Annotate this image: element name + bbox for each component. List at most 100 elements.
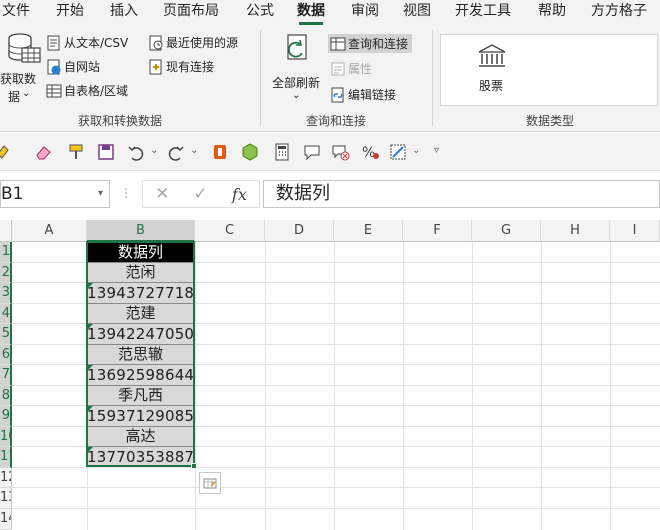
column-header-g[interactable]: G bbox=[472, 220, 541, 242]
row-header-2[interactable]: 2 bbox=[0, 263, 12, 283]
eraser-icon[interactable] bbox=[34, 142, 54, 162]
quick-analysis-icon bbox=[203, 478, 217, 489]
select-all-corner[interactable] bbox=[0, 220, 12, 242]
row-header-4[interactable]: 4 bbox=[0, 304, 12, 324]
gridline bbox=[12, 487, 660, 488]
data-types-gallery: 股票 bbox=[440, 34, 658, 106]
from-text-csv-button[interactable]: 从文本/CSV bbox=[46, 34, 128, 51]
save-icon[interactable] bbox=[96, 142, 116, 162]
format-painter-icon[interactable] bbox=[66, 142, 86, 162]
tab-developer[interactable]: 开发工具 bbox=[455, 0, 511, 24]
insert-function-button[interactable]: fx bbox=[232, 185, 247, 204]
formula-input[interactable]: 数据列 bbox=[263, 180, 660, 208]
formula-buttons: ✕ ✓ fx bbox=[142, 180, 260, 208]
undo-icon[interactable] bbox=[126, 142, 146, 162]
group-label-get-transform: 获取和转换数据 bbox=[78, 114, 163, 128]
from-table-button[interactable]: 自表格/区域 bbox=[46, 82, 128, 99]
refresh-icon bbox=[287, 34, 307, 60]
tab-help[interactable]: 帮助 bbox=[538, 0, 566, 24]
calculator-icon[interactable] bbox=[272, 142, 292, 162]
cell-b5[interactable]: 13942247050 bbox=[87, 324, 194, 345]
fill-handle[interactable] bbox=[191, 463, 197, 469]
row-header-13[interactable]: 13 bbox=[0, 488, 12, 509]
group-separator bbox=[260, 30, 261, 126]
cell-b10[interactable]: 高达 bbox=[87, 427, 194, 447]
column-header-a[interactable]: A bbox=[12, 220, 87, 242]
delete-comment-icon[interactable] bbox=[330, 142, 350, 162]
row-header-8[interactable]: 8 bbox=[0, 386, 12, 406]
tab-insert[interactable]: 插入 bbox=[110, 0, 138, 24]
row-header-12[interactable]: 12 bbox=[0, 468, 12, 488]
cell-b6[interactable]: 范思辙 bbox=[87, 345, 194, 365]
cell-b11[interactable]: 13770353887 bbox=[87, 447, 194, 467]
tab-file[interactable]: 文件 bbox=[2, 0, 30, 24]
tab-review[interactable]: 审阅 bbox=[351, 0, 379, 24]
tab-home[interactable]: 开始 bbox=[56, 0, 84, 24]
row-header-3[interactable]: 3 bbox=[0, 283, 12, 304]
cell-b3[interactable]: 13943727718 bbox=[87, 283, 194, 304]
stocks-button[interactable]: 股票 bbox=[463, 39, 521, 99]
border-dropdown-icon[interactable]: ⌄ bbox=[412, 145, 420, 156]
row-header-9[interactable]: 9 bbox=[0, 406, 12, 427]
cell-b8[interactable]: 季凡西 bbox=[87, 386, 194, 406]
redo-icon[interactable] bbox=[166, 142, 186, 162]
row-header-14[interactable]: 14 bbox=[0, 509, 12, 530]
name-box[interactable]: B1 ▾ bbox=[0, 180, 110, 208]
formula-bar: B1 ▾ ⋮ ✕ ✓ fx 数据列 bbox=[0, 172, 660, 216]
cell-b4[interactable]: 范建 bbox=[87, 304, 194, 324]
chevron-down-icon[interactable]: ▾ bbox=[98, 181, 103, 207]
cell-b2[interactable]: 范闲 bbox=[87, 263, 194, 283]
ribbon-tab-bar: 文件 开始 插入 页面布局 公式 数据 审阅 视图 开发工具 帮助 方方格子 bbox=[0, 0, 660, 26]
percent-icon[interactable]: % bbox=[360, 142, 380, 162]
customize-toolbar-icon[interactable]: ▿ bbox=[434, 145, 439, 156]
column-header-c[interactable]: C bbox=[195, 220, 265, 242]
cell-b7[interactable]: 13692598644 bbox=[87, 365, 194, 386]
cell-b3-value: 13943727718 bbox=[87, 284, 194, 302]
queries-connections-button[interactable]: 查询和连接 bbox=[328, 34, 413, 53]
from-web-button[interactable]: 自网站 bbox=[46, 58, 100, 75]
from-table-label: 自表格/区域 bbox=[64, 84, 129, 98]
undo-dropdown-icon[interactable]: ⌄ bbox=[150, 145, 158, 156]
enter-icon[interactable]: ✓ bbox=[194, 184, 208, 204]
column-header-e[interactable]: E bbox=[334, 220, 403, 242]
row-header-7[interactable]: 7 bbox=[0, 365, 12, 386]
redo-dropdown-icon[interactable]: ⌄ bbox=[190, 145, 198, 156]
cube-icon[interactable] bbox=[240, 142, 260, 162]
refresh-all-button[interactable]: 全部刷新 ⌄ bbox=[268, 32, 326, 106]
tab-fangfang[interactable]: 方方格子 bbox=[591, 0, 647, 24]
error-indicator-icon bbox=[87, 324, 93, 330]
comment-icon[interactable] bbox=[302, 142, 322, 162]
tab-data[interactable]: 数据 bbox=[297, 0, 325, 25]
existing-connections-label: 现有连接 bbox=[166, 60, 215, 74]
highlight-icon[interactable] bbox=[0, 142, 14, 162]
tab-formulas[interactable]: 公式 bbox=[246, 0, 274, 24]
existing-connections-button[interactable]: 现有连接 bbox=[148, 58, 214, 75]
quick-analysis-button[interactable] bbox=[199, 472, 221, 494]
cell-b1[interactable]: 数据列 bbox=[87, 242, 194, 263]
cancel-icon[interactable]: ✕ bbox=[155, 184, 169, 204]
column-header-d[interactable]: D bbox=[265, 220, 334, 242]
get-data-label-1: 获取数 bbox=[0, 72, 37, 86]
row-header-11[interactable]: 11 bbox=[0, 447, 12, 468]
error-indicator-icon bbox=[87, 365, 93, 371]
get-data-button[interactable]: 获取数 据 ⌄ bbox=[0, 30, 42, 104]
column-header-i[interactable]: I bbox=[610, 220, 660, 242]
column-header-b[interactable]: B bbox=[87, 220, 195, 242]
drag-handle-icon[interactable]: ⋮ bbox=[120, 186, 132, 200]
tab-view[interactable]: 视图 bbox=[403, 0, 431, 24]
properties-button[interactable]: 属性 bbox=[330, 60, 372, 77]
row-header-10[interactable]: 10 bbox=[0, 427, 12, 447]
edit-links-button[interactable]: 编辑链接 bbox=[330, 86, 396, 103]
recent-sources-button[interactable]: 最近使用的源 bbox=[148, 34, 238, 51]
cell-b9[interactable]: 15937129085 bbox=[87, 406, 194, 427]
column-header-f[interactable]: F bbox=[403, 220, 472, 242]
row-header-5[interactable]: 5 bbox=[0, 324, 12, 345]
tab-page-layout[interactable]: 页面布局 bbox=[163, 0, 219, 24]
error-indicator-icon bbox=[87, 283, 93, 289]
row-header-6[interactable]: 6 bbox=[0, 345, 12, 365]
worksheet-grid[interactable]: A B C D E F G H I 1 2 3 4 5 6 7 8 9 10 1… bbox=[0, 220, 660, 530]
office-icon[interactable] bbox=[210, 142, 230, 162]
border-icon[interactable] bbox=[388, 142, 408, 162]
column-header-h[interactable]: H bbox=[541, 220, 610, 242]
row-header-1[interactable]: 1 bbox=[0, 242, 12, 263]
